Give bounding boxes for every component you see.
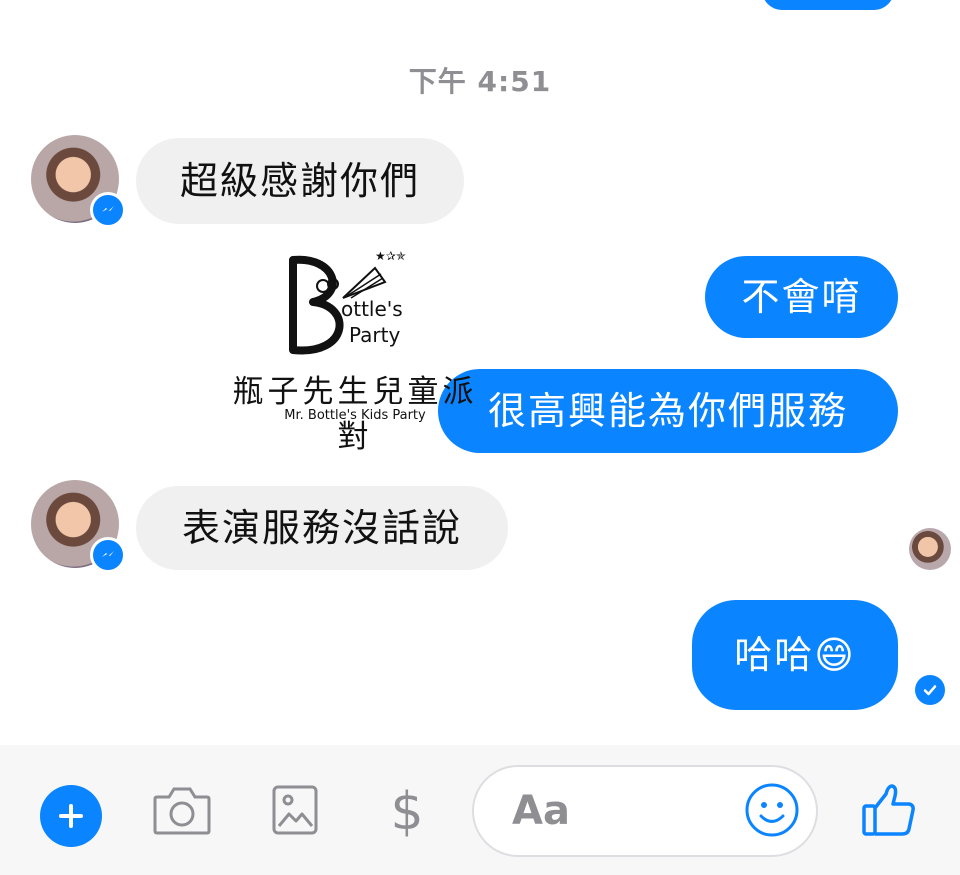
watermark-subtitle: Mr. Bottle's Kids Party (284, 408, 426, 423)
dollar-icon[interactable]: $ (382, 782, 432, 842)
message-timestamp: 下午 4:51 (408, 65, 552, 98)
gallery-icon[interactable] (270, 783, 320, 837)
svg-text:★✰✯: ★✰✯ (375, 249, 406, 263)
emoji-icon[interactable] (744, 782, 800, 838)
messenger-badge-icon (90, 192, 126, 228)
plus-icon[interactable] (40, 785, 102, 847)
messenger-badge-icon (90, 537, 126, 573)
incoming-message[interactable]: 超級感謝你們 (136, 138, 464, 224)
thumbs-up-icon[interactable] (860, 780, 918, 838)
outgoing-message[interactable]: 不會唷 (705, 256, 898, 338)
incoming-message[interactable]: 表演服務沒話說 (136, 486, 508, 570)
svg-text:Party: Party (349, 323, 400, 347)
outgoing-message[interactable]: 很高興能為你們服務 (438, 369, 898, 453)
camera-icon[interactable] (150, 782, 214, 838)
seen-indicator-avatar (909, 528, 951, 570)
svg-text:ottle's: ottle's (341, 297, 403, 321)
message-input-placeholder: Aa (512, 788, 570, 834)
delivered-check-icon (915, 675, 945, 705)
outgoing-message[interactable]: 哈哈😄 (692, 600, 898, 710)
previous-outgoing-bubble (762, 0, 894, 10)
